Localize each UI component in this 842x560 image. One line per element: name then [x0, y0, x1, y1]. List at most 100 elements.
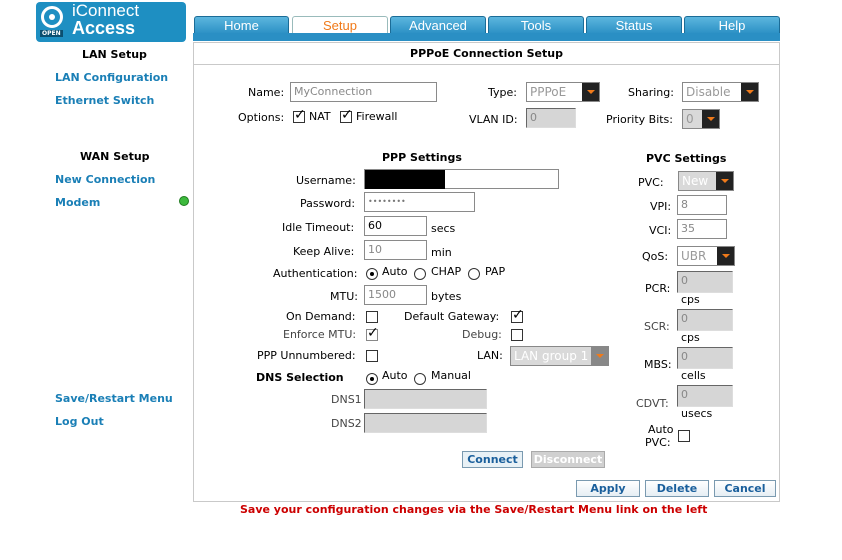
sidebar-item-modem[interactable]: Modem [55, 196, 100, 209]
idle-timeout-input[interactable]: 60 [364, 216, 427, 236]
chevron-down-icon [702, 110, 719, 128]
ppp-unnumbered-checkbox[interactable] [366, 350, 378, 362]
tab-home[interactable]: Home [194, 16, 289, 34]
disconnect-button[interactable]: Disconnect [531, 451, 605, 468]
auth-chap-label: CHAP [431, 265, 462, 278]
sidebar-item-save-restart[interactable]: Save/Restart Menu [55, 392, 173, 405]
mbs-input[interactable]: 0 [677, 347, 733, 369]
save-reminder-note: Save your configuration changes via the … [240, 503, 708, 516]
cdvt-input[interactable]: 0 [677, 385, 733, 407]
mbs-label: MBS: [644, 358, 672, 371]
dns1-input[interactable] [364, 389, 487, 409]
type-select-value: PPPoE [530, 85, 567, 99]
keep-alive-input[interactable]: 10 [364, 240, 427, 260]
type-label: Type: [488, 86, 517, 99]
apply-button[interactable]: Apply [576, 480, 640, 497]
default-gateway-label: Default Gateway: [404, 310, 500, 323]
name-input[interactable]: MyConnection [290, 82, 437, 102]
enforce-mtu-checkbox[interactable] [366, 325, 379, 341]
lan-label: LAN: [477, 349, 503, 362]
username-redaction [365, 170, 445, 189]
debug-label: Debug: [462, 328, 502, 341]
tab-bar-underline [193, 33, 780, 41]
scr-label: SCR: [644, 320, 670, 333]
pcr-label: PCR: [645, 282, 671, 295]
nat-checkbox[interactable] [293, 107, 306, 123]
lan-group-value: LAN group 1 [514, 349, 589, 363]
vlan-id-input[interactable]: 0 [526, 108, 576, 128]
vci-input[interactable]: 35 [677, 219, 727, 239]
on-demand-checkbox[interactable] [366, 311, 378, 323]
auth-pap-label: PAP [485, 265, 506, 278]
qos-select[interactable]: UBR [677, 246, 735, 266]
tab-advanced[interactable]: Advanced [390, 16, 486, 34]
logo-badge: OPEN [40, 30, 63, 37]
chevron-down-icon [741, 83, 758, 101]
auth-pap-radio[interactable] [468, 268, 480, 280]
mtu-input[interactable]: 1500 [364, 285, 427, 305]
dns-auto-radio[interactable] [366, 373, 378, 385]
logo-mark-icon [41, 6, 63, 28]
brand-logo: OPEN iConnect Access [36, 1, 186, 42]
auto-pvc-label-line1: Auto [648, 423, 674, 436]
cancel-button[interactable]: Cancel [714, 480, 776, 497]
idle-timeout-unit: secs [431, 222, 456, 235]
options-label: Options: [238, 111, 285, 124]
dns1-label: DNS1 [331, 393, 362, 406]
tab-help[interactable]: Help [684, 16, 780, 34]
sidebar-item-log-out[interactable]: Log Out [55, 415, 104, 428]
qos-select-value: UBR [681, 249, 707, 263]
debug-checkbox[interactable] [511, 329, 523, 341]
vpi-label: VPI: [650, 200, 672, 213]
dns-selection-heading: DNS Selection [256, 371, 344, 384]
password-input[interactable]: •••••••• [364, 192, 475, 212]
scr-input[interactable]: 0 [677, 309, 733, 331]
connect-button[interactable]: Connect [462, 451, 523, 468]
firewall-checkbox[interactable] [340, 107, 353, 123]
delete-button[interactable]: Delete [645, 480, 709, 497]
vpi-input[interactable]: 8 [677, 195, 727, 215]
keep-alive-label: Keep Alive: [293, 245, 355, 258]
tab-tools[interactable]: Tools [488, 16, 584, 34]
priority-bits-select[interactable]: 0 [682, 109, 720, 129]
default-gateway-checkbox[interactable] [511, 307, 524, 323]
sharing-select-value: Disable [686, 85, 731, 99]
nat-label: NAT [309, 110, 331, 123]
mtu-label: MTU: [330, 290, 358, 303]
priority-bits-value: 0 [686, 112, 694, 126]
on-demand-label: On Demand: [286, 310, 356, 323]
lan-group-select[interactable]: LAN group 1 [510, 346, 609, 366]
pcr-input[interactable]: 0 [677, 271, 733, 293]
firewall-label: Firewall [356, 110, 398, 123]
keep-alive-unit: min [431, 246, 452, 259]
chevron-down-icon [582, 83, 599, 101]
pvc-select-value: New [682, 174, 709, 188]
mtu-unit: bytes [431, 290, 462, 303]
cdvt-label: CDVT: [636, 397, 669, 410]
modem-status-icon [179, 196, 189, 206]
tab-status[interactable]: Status [586, 16, 682, 34]
tab-setup[interactable]: Setup [292, 16, 388, 34]
ppp-settings-heading: PPP Settings [382, 151, 462, 164]
priority-bits-label: Priority Bits: [606, 113, 673, 126]
auto-pvc-checkbox[interactable] [678, 430, 690, 442]
auth-chap-radio[interactable] [414, 268, 426, 280]
sidebar-item-ethernet-switch[interactable]: Ethernet Switch [55, 94, 154, 107]
dns-auto-label: Auto [382, 369, 408, 382]
name-label: Name: [248, 86, 285, 99]
sharing-select[interactable]: Disable [682, 82, 759, 102]
sidebar-heading-wan: WAN Setup [80, 150, 150, 163]
type-select[interactable]: PPPoE [526, 82, 600, 102]
dns2-input[interactable] [364, 413, 487, 433]
pvc-select[interactable]: New [678, 171, 734, 191]
scr-unit: cps [681, 331, 700, 344]
qos-label: QoS: [642, 250, 669, 263]
cdvt-unit: usecs [681, 407, 713, 420]
logo-text-bottom: Access [72, 18, 136, 38]
auth-auto-radio[interactable] [366, 268, 378, 280]
dns-manual-radio[interactable] [414, 373, 426, 385]
sidebar-item-new-connection[interactable]: New Connection [55, 173, 155, 186]
sidebar-item-lan-configuration[interactable]: LAN Configuration [55, 71, 168, 84]
dns-manual-label: Manual [431, 369, 471, 382]
idle-timeout-label: Idle Timeout: [282, 221, 355, 234]
